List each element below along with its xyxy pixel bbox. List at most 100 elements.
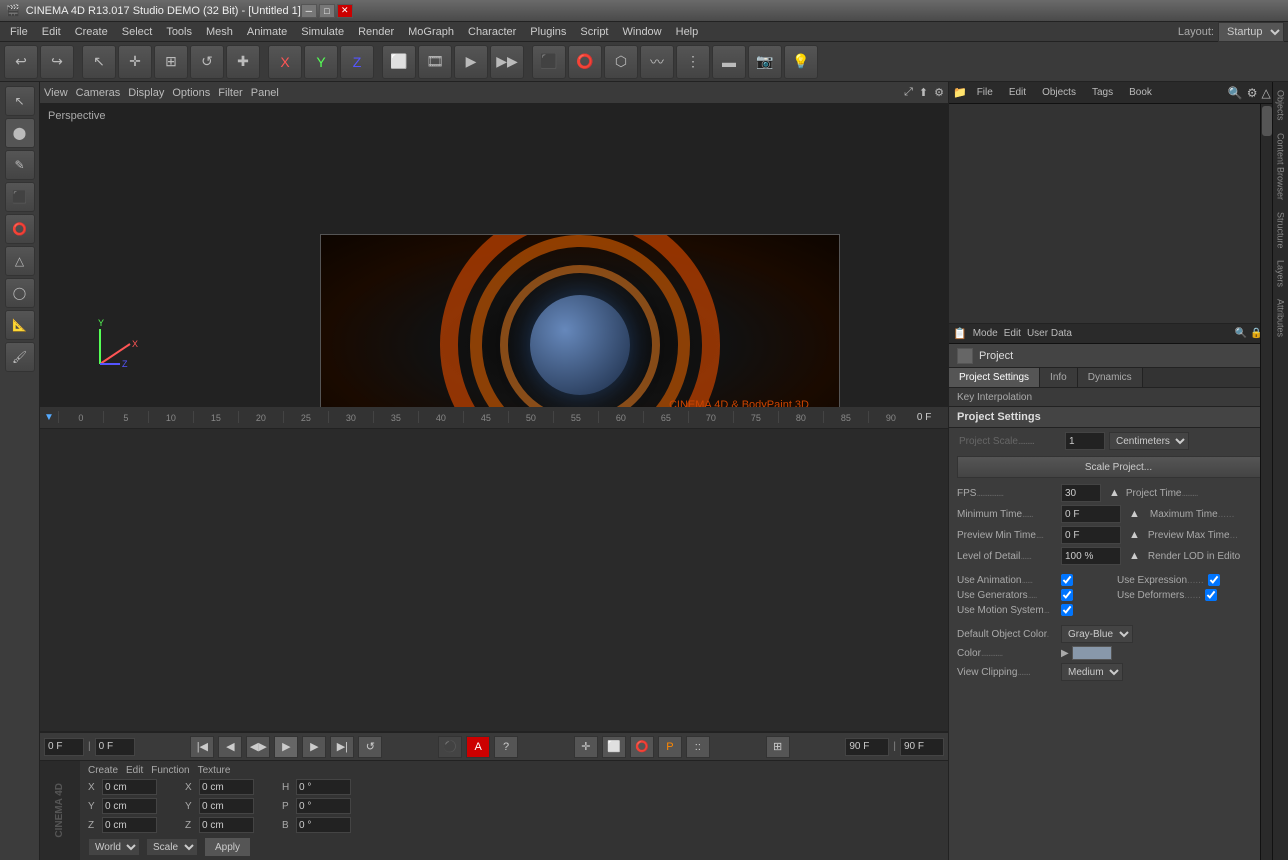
color-swatch[interactable] bbox=[1072, 646, 1112, 660]
menu-render[interactable]: Render bbox=[352, 24, 400, 40]
options-menu[interactable]: Options bbox=[172, 87, 210, 99]
preview-min-field[interactable] bbox=[1061, 526, 1121, 544]
lt-cube[interactable]: ⬛ bbox=[5, 182, 35, 212]
menu-simulate[interactable]: Simulate bbox=[295, 24, 350, 40]
filter-menu[interactable]: Filter bbox=[218, 87, 242, 99]
x-rot-field[interactable] bbox=[199, 779, 254, 795]
attr-scrollbar[interactable] bbox=[1260, 104, 1272, 860]
key-record-button[interactable]: ⚫ bbox=[438, 736, 462, 758]
lt-sphere[interactable]: ⭕ bbox=[5, 214, 35, 244]
close-button[interactable]: ✕ bbox=[337, 4, 353, 18]
move-tool[interactable]: ✛ bbox=[118, 45, 152, 79]
lod-field[interactable] bbox=[1061, 547, 1121, 565]
color-arrow[interactable]: ▶ bbox=[1061, 648, 1069, 659]
lt-brush[interactable]: 🖌 bbox=[5, 342, 35, 372]
view-clipping-select[interactable]: Medium Small Large bbox=[1061, 663, 1123, 681]
time-field-end2[interactable] bbox=[900, 738, 944, 756]
cameras-menu[interactable]: Cameras bbox=[76, 87, 121, 99]
om-edit-menu[interactable]: Edit bbox=[1003, 85, 1032, 100]
menu-tools[interactable]: Tools bbox=[160, 24, 198, 40]
key-options-button[interactable]: ? bbox=[494, 736, 518, 758]
render-region[interactable]: 🎞 bbox=[418, 45, 452, 79]
default-obj-color-select[interactable]: Gray-Blue Random Custom bbox=[1061, 625, 1133, 643]
lod-stepper[interactable]: ▲ bbox=[1129, 550, 1140, 562]
use-generators-checkbox[interactable] bbox=[1061, 589, 1073, 601]
maximize-button[interactable]: □ bbox=[319, 4, 335, 18]
om-search-icon[interactable]: 🔍 bbox=[1228, 86, 1243, 100]
project-scale-field[interactable] bbox=[1065, 432, 1105, 450]
next-frame-button[interactable]: ▶ bbox=[302, 736, 326, 758]
time-field-offset[interactable] bbox=[95, 738, 135, 756]
menu-mesh[interactable]: Mesh bbox=[200, 24, 239, 40]
scale-select[interactable]: Scale bbox=[146, 838, 198, 856]
vtab-attributes[interactable]: Attributes bbox=[1274, 293, 1288, 343]
viewport[interactable]: Perspective CINEMA 4D & BodyPaint 3D (c) bbox=[40, 104, 948, 407]
create-menu[interactable]: Create bbox=[88, 765, 118, 776]
y-axis[interactable]: Y bbox=[304, 45, 338, 79]
om-tags-menu[interactable]: Tags bbox=[1086, 85, 1119, 100]
prev-frame-button[interactable]: ◀ bbox=[218, 736, 242, 758]
menu-create[interactable]: Create bbox=[69, 24, 114, 40]
attr-mode-menu[interactable]: Mode bbox=[973, 328, 998, 339]
timeline-expand-btn[interactable]: ⊞ bbox=[766, 736, 790, 758]
render-all[interactable]: ▶▶ bbox=[490, 45, 524, 79]
timeline-add-btn[interactable]: ✛ bbox=[574, 736, 598, 758]
x-pos-field[interactable] bbox=[102, 779, 157, 795]
goto-end-button[interactable]: ▶| bbox=[330, 736, 354, 758]
world-select[interactable]: World bbox=[88, 838, 140, 856]
play-button[interactable]: ▶ bbox=[274, 736, 298, 758]
time-field-start[interactable] bbox=[44, 738, 84, 756]
timeline-marker[interactable]: ▼ bbox=[44, 412, 54, 423]
menu-animate[interactable]: Animate bbox=[241, 24, 293, 40]
menu-mograph[interactable]: MoGraph bbox=[402, 24, 460, 40]
project-scale-unit-select[interactable]: Centimeters Meters Inches bbox=[1109, 432, 1189, 450]
menu-plugins[interactable]: Plugins bbox=[524, 24, 572, 40]
matrix-btn[interactable]: ⋮ bbox=[676, 45, 710, 79]
select-tool[interactable]: ↖ bbox=[82, 45, 116, 79]
menu-window[interactable]: Window bbox=[617, 24, 668, 40]
timeline-content[interactable] bbox=[40, 429, 948, 733]
y-rot-field[interactable] bbox=[199, 798, 254, 814]
vt-move-icon[interactable]: ⤢ bbox=[904, 86, 913, 99]
attr-userdata-menu[interactable]: User Data bbox=[1027, 328, 1072, 339]
om-up-icon[interactable]: △ bbox=[1262, 86, 1271, 100]
auto-key-button[interactable]: A bbox=[466, 736, 490, 758]
attr-search-icon[interactable]: 🔍 bbox=[1235, 328, 1247, 339]
use-motion-checkbox[interactable] bbox=[1061, 604, 1073, 616]
tab-project-settings[interactable]: Project Settings bbox=[949, 368, 1040, 387]
display-menu[interactable]: Display bbox=[128, 87, 164, 99]
floor-btn[interactable]: ▬ bbox=[712, 45, 746, 79]
vt-settings-icon[interactable]: ⚙ bbox=[934, 86, 944, 99]
menu-help[interactable]: Help bbox=[670, 24, 705, 40]
apply-button[interactable]: Apply bbox=[204, 837, 251, 857]
preview-stepper[interactable]: ▲ bbox=[1129, 529, 1140, 541]
vtab-structure[interactable]: Structure bbox=[1274, 206, 1288, 255]
texture-menu[interactable]: Texture bbox=[198, 765, 231, 776]
fps-stepper-up[interactable]: ▲ bbox=[1109, 487, 1120, 499]
tab-key-interpolation[interactable]: Key Interpolation bbox=[957, 392, 1032, 403]
timeline-p-btn[interactable]: P bbox=[658, 736, 682, 758]
edit-menu-coord[interactable]: Edit bbox=[126, 765, 143, 776]
minimize-button[interactable]: ─ bbox=[301, 4, 317, 18]
scale-project-button[interactable]: Scale Project... bbox=[957, 456, 1280, 478]
b-field[interactable] bbox=[296, 817, 351, 833]
lt-measure[interactable]: 📐 bbox=[5, 310, 35, 340]
nurbs-btn[interactable]: ⬡ bbox=[604, 45, 638, 79]
splash-dialog[interactable]: CINEMA 4D & BodyPaint 3D (c) 1989 - 2011… bbox=[320, 234, 840, 407]
menu-character[interactable]: Character bbox=[462, 24, 522, 40]
add-object[interactable]: ✚ bbox=[226, 45, 260, 79]
redo-button[interactable]: ↪ bbox=[40, 45, 74, 79]
menu-file[interactable]: File bbox=[4, 24, 34, 40]
z-axis[interactable]: Z bbox=[340, 45, 374, 79]
camera-btn[interactable]: 📷 bbox=[748, 45, 782, 79]
h-field[interactable] bbox=[296, 779, 351, 795]
timeline-rm-btn[interactable]: ⬜ bbox=[602, 736, 626, 758]
use-animation-checkbox[interactable] bbox=[1061, 574, 1073, 586]
vtab-layers[interactable]: Layers bbox=[1274, 254, 1288, 293]
om-settings-icon[interactable]: ⚙ bbox=[1247, 86, 1258, 100]
layout-select[interactable]: Startup bbox=[1218, 22, 1284, 42]
lt-live[interactable]: ⬤ bbox=[5, 118, 35, 148]
p-field[interactable] bbox=[296, 798, 351, 814]
vt-expand-icon[interactable]: ⬆ bbox=[919, 86, 928, 99]
loop-button[interactable]: ↺ bbox=[358, 736, 382, 758]
